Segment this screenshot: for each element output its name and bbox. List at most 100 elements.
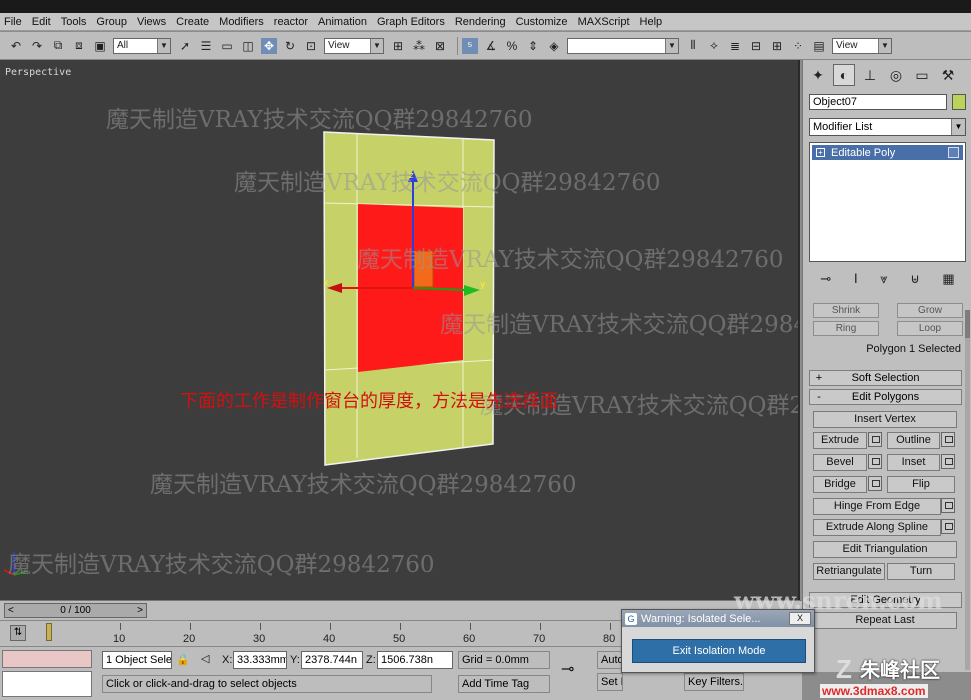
unlink-icon[interactable]: ⧈: [71, 38, 87, 54]
retriangulate-button[interactable]: Retriangulate: [813, 563, 885, 580]
auto-key-button[interactable]: Auto: [597, 651, 623, 669]
key-icon[interactable]: ⊸: [561, 659, 574, 679]
menu-customize[interactable]: Customize: [516, 16, 568, 28]
select-move-icon[interactable]: ✥: [261, 37, 277, 54]
maxscript-input[interactable]: [2, 671, 92, 697]
lock-selection-icon[interactable]: 🔒: [176, 653, 190, 666]
render-type-dropdown[interactable]: View ▼: [832, 37, 892, 54]
toggle-icon[interactable]: [948, 147, 959, 158]
set-key-button[interactable]: Set Key: [597, 673, 623, 691]
hinge-settings-icon[interactable]: [941, 498, 955, 513]
perspective-viewport[interactable]: Perspective z y x 魔天制造VRAY技术交流QQ群2984276…: [0, 60, 800, 600]
object-color-swatch[interactable]: [952, 94, 966, 110]
flip-button[interactable]: Flip: [887, 476, 955, 493]
z-coordinate-field[interactable]: 1506.738n: [377, 651, 453, 669]
menu-reactor[interactable]: reactor: [274, 16, 308, 28]
edit-triangulation-button[interactable]: Edit Triangulation: [813, 541, 957, 558]
hierarchy-tab-icon[interactable]: ⊥: [859, 64, 881, 86]
time-slider[interactable]: < 0 / 100 >: [4, 603, 147, 618]
inset-button[interactable]: Inset: [887, 454, 940, 471]
insert-vertex-button[interactable]: Insert Vertex: [813, 411, 957, 428]
outline-button[interactable]: Outline: [887, 432, 940, 449]
make-unique-icon[interactable]: ⩔: [880, 271, 887, 287]
menu-help[interactable]: Help: [640, 16, 663, 28]
menu-modifiers[interactable]: Modifiers: [219, 16, 264, 28]
modify-tab-icon[interactable]: ◐: [833, 64, 855, 86]
select-scale-icon[interactable]: ⊡: [303, 38, 319, 54]
select-by-name-icon[interactable]: ☰: [198, 38, 214, 54]
close-icon[interactable]: X: [789, 612, 811, 625]
render-scene-icon[interactable]: ▤: [811, 38, 827, 54]
menu-maxscript[interactable]: MAXScript: [578, 16, 630, 28]
show-end-result-icon[interactable]: Ⅰ: [854, 271, 858, 287]
stack-item-editable-poly[interactable]: + Editable Poly: [812, 145, 963, 160]
menu-group[interactable]: Group: [96, 16, 127, 28]
display-tab-icon[interactable]: ▭: [911, 64, 933, 86]
soft-selection-rollout[interactable]: + Soft Selection: [809, 370, 962, 386]
redo-icon[interactable]: ↷: [29, 38, 45, 54]
shrink-button[interactable]: Shrink: [813, 303, 879, 318]
menu-graph-editors[interactable]: Graph Editors: [377, 16, 445, 28]
window-crossing-icon[interactable]: ◫: [240, 38, 256, 54]
reference-coord-dropdown[interactable]: View ▼: [324, 37, 384, 54]
inset-settings-icon[interactable]: [941, 454, 955, 469]
select-object-icon[interactable]: ➚: [177, 38, 193, 54]
edit-polygons-rollout[interactable]: - Edit Polygons: [809, 389, 962, 405]
command-panel-scrollbar[interactable]: [965, 310, 970, 670]
bind-space-warp-icon[interactable]: ▣: [92, 38, 108, 54]
bridge-settings-icon[interactable]: [868, 476, 882, 491]
schematic-view-icon[interactable]: ⊞: [769, 38, 785, 54]
named-selection-dropdown[interactable]: ▼: [567, 37, 679, 54]
outline-settings-icon[interactable]: [941, 432, 955, 447]
undo-icon[interactable]: ↶: [8, 38, 24, 54]
link-icon[interactable]: ⧉: [50, 38, 66, 54]
scrollbar-thumb[interactable]: [965, 310, 970, 338]
menu-create[interactable]: Create: [176, 16, 209, 28]
align-icon[interactable]: ⟡: [706, 38, 722, 54]
utilities-tab-icon[interactable]: ⚒: [937, 64, 959, 86]
exit-isolation-mode-button[interactable]: Exit Isolation Mode: [632, 639, 806, 663]
menu-edit[interactable]: Edit: [32, 16, 51, 28]
modifier-list-dropdown[interactable]: Modifier List ▼: [809, 118, 966, 136]
time-marker[interactable]: [46, 623, 52, 641]
dialog-title-bar[interactable]: G Warning: Isolated Sele... X: [622, 610, 814, 627]
percent-snap-icon[interactable]: %: [504, 38, 520, 54]
menu-tools[interactable]: Tools: [61, 16, 87, 28]
y-coordinate-field[interactable]: 2378.744n: [301, 651, 363, 669]
pivot-center-icon[interactable]: ⊞: [390, 38, 406, 54]
motion-tab-icon[interactable]: ◎: [885, 64, 907, 86]
bevel-button[interactable]: Bevel: [813, 454, 867, 471]
add-time-tag-button[interactable]: Add Time Tag: [458, 675, 550, 693]
mirror-icon[interactable]: ⫴: [685, 38, 701, 54]
hinge-from-edge-button[interactable]: Hinge From Edge: [813, 498, 941, 515]
ring-button[interactable]: Ring: [813, 321, 879, 336]
snap-toggle-icon[interactable]: ⁵: [462, 37, 478, 54]
bevel-settings-icon[interactable]: [868, 454, 882, 469]
pin-stack-icon[interactable]: ⊸: [820, 271, 831, 287]
angle-snap-icon[interactable]: ∡: [483, 38, 499, 54]
absolute-mode-icon[interactable]: ◁: [201, 652, 209, 665]
manipulate-icon[interactable]: ⊠: [432, 38, 448, 54]
named-selection-icon[interactable]: ◈: [546, 38, 562, 54]
extrude-settings-icon[interactable]: [868, 432, 882, 447]
menu-file[interactable]: File: [4, 16, 22, 28]
object-name-field[interactable]: Object07: [809, 94, 947, 110]
prev-frame-icon[interactable]: <: [5, 605, 17, 616]
rect-region-icon[interactable]: ▭: [219, 38, 235, 54]
maxscript-listener-mini[interactable]: [2, 650, 92, 668]
remove-modifier-icon[interactable]: ⊎: [910, 271, 920, 287]
select-rotate-icon[interactable]: ↻: [282, 38, 298, 54]
material-editor-icon[interactable]: ⁘: [790, 38, 806, 54]
spinner-snap-icon[interactable]: ⇕: [525, 38, 541, 54]
bridge-button[interactable]: Bridge: [813, 476, 867, 493]
next-frame-icon[interactable]: >: [134, 605, 146, 616]
x-coordinate-field[interactable]: 33.333mm: [233, 651, 287, 669]
transform-gizmo-icon[interactable]: ⁂: [411, 38, 427, 54]
extrude-along-spline-settings-icon[interactable]: [941, 519, 955, 534]
layer-manager-icon[interactable]: ≣: [727, 38, 743, 54]
turn-button[interactable]: Turn: [887, 563, 955, 580]
open-mini-curve-editor-icon[interactable]: ⇅: [10, 625, 26, 641]
menu-views[interactable]: Views: [137, 16, 166, 28]
create-tab-icon[interactable]: ✦: [807, 64, 829, 86]
selection-filter-dropdown[interactable]: All ▼: [113, 37, 171, 54]
